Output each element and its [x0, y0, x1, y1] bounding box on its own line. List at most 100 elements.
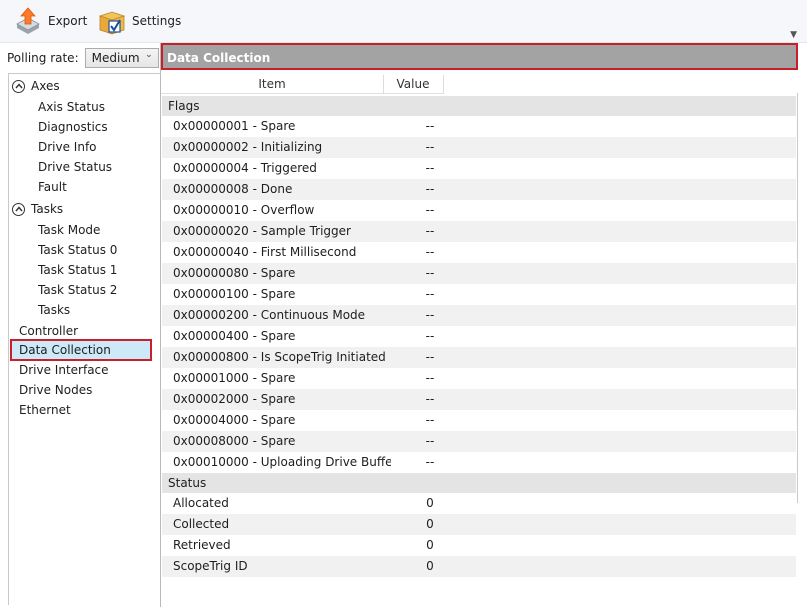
row-value: --	[425, 119, 435, 133]
table-row[interactable]: ScopeTrig ID 0	[162, 556, 796, 577]
row-item: 0x00000400 - Spare	[173, 329, 296, 343]
row-value: 0	[426, 538, 434, 552]
column-header-item[interactable]: Item	[161, 75, 384, 94]
row-item: 0x00000080 - Spare	[173, 266, 296, 280]
panel-title: Data Collection	[161, 43, 798, 70]
table-row[interactable]: Collected 0	[162, 514, 796, 535]
tree-item-ethernet[interactable]: Ethernet	[19, 401, 71, 419]
row-value: --	[425, 182, 435, 196]
tree-group-label: Tasks	[31, 202, 64, 216]
row-item: 0x00000004 - Triggered	[173, 161, 317, 175]
tree-group-tasks[interactable]: Tasks	[12, 200, 63, 218]
tree-item-controller[interactable]: Controller	[19, 322, 78, 340]
row-value: --	[425, 203, 435, 217]
table-row[interactable]: 0x00004000 - Spare --	[162, 410, 796, 431]
tree-item-task-mode[interactable]: Task Mode	[38, 221, 100, 239]
vertical-scrollbar[interactable]	[797, 93, 807, 503]
row-item: 0x00000200 - Continuous Mode	[173, 308, 366, 322]
collapse-icon[interactable]	[12, 202, 25, 216]
row-item: 0x00000100 - Spare	[173, 287, 296, 301]
row-value: --	[425, 434, 435, 448]
row-value: --	[425, 140, 435, 154]
row-item: 0x00000001 - Spare	[173, 119, 296, 133]
table-row[interactable]: 0x00008000 - Spare --	[162, 431, 796, 452]
row-item: ScopeTrig ID	[173, 559, 248, 573]
table-row[interactable]: 0x00000004 - Triggered --	[162, 158, 796, 179]
table-row[interactable]: 0x00000800 - Is ScopeTrig Initiated --	[162, 347, 796, 368]
tree-item-data-collection[interactable]: Data Collection	[10, 339, 152, 361]
row-item: 0x00002000 - Spare	[173, 392, 296, 406]
tree-item-task-status-0[interactable]: Task Status 0	[38, 241, 117, 259]
table-row[interactable]: 0x00000100 - Spare --	[162, 284, 796, 305]
settings-label: Settings	[132, 14, 182, 28]
tree-group-axes[interactable]: Axes	[12, 77, 60, 95]
tree-group-label: Axes	[31, 79, 60, 93]
row-value: --	[425, 371, 435, 385]
table-row[interactable]: 0x00000080 - Spare --	[162, 263, 796, 284]
settings-button[interactable]: Settings	[96, 6, 181, 36]
row-item: 0x00000020 - Sample Trigger	[173, 224, 351, 238]
tree-item-tasks[interactable]: Tasks	[38, 301, 70, 319]
group-header-status[interactable]: Status	[162, 473, 796, 493]
row-value: --	[425, 308, 435, 322]
table-row[interactable]: 0x00002000 - Spare --	[162, 389, 796, 410]
table-row[interactable]: 0x00000020 - Sample Trigger --	[162, 221, 796, 242]
export-icon	[16, 7, 40, 34]
group-header-flags[interactable]: Flags	[162, 96, 796, 116]
table-row[interactable]: Retrieved 0	[162, 535, 796, 556]
row-item: 0x00008000 - Spare	[173, 434, 296, 448]
row-value: --	[425, 329, 435, 343]
table-row[interactable]: 0x00000400 - Spare --	[162, 326, 796, 347]
table-row[interactable]: 0x00001000 - Spare --	[162, 368, 796, 389]
row-value: --	[425, 455, 435, 469]
row-item: Retrieved	[173, 538, 231, 552]
row-value: --	[425, 350, 435, 364]
table-row[interactable]: 0x00000001 - Spare --	[162, 116, 796, 137]
table-row[interactable]: Allocated 0	[162, 493, 796, 514]
row-value: 0	[426, 496, 434, 510]
table-row[interactable]: 0x00000008 - Done --	[162, 179, 796, 200]
navigation-panel: Polling rate: Medium ⌄ Axes Axis Status …	[0, 43, 161, 607]
table-row[interactable]: 0x00000002 - Initializing --	[162, 137, 796, 158]
tree-item-task-status-1[interactable]: Task Status 1	[38, 261, 117, 279]
tree-item-task-status-2[interactable]: Task Status 2	[38, 281, 117, 299]
detail-panel: Data Collection Item Value Flags 0x000000…	[161, 43, 807, 607]
row-value: --	[425, 224, 435, 238]
row-item: 0x00000800 - Is ScopeTrig Initiated	[173, 350, 386, 364]
row-value: 0	[426, 517, 434, 531]
row-value: --	[425, 287, 435, 301]
toolbar-overflow-icon[interactable]: ▼	[790, 30, 797, 40]
tree-item-drive-nodes[interactable]: Drive Nodes	[19, 381, 92, 399]
table-row[interactable]: 0x00010000 - Uploading Drive Buffers --	[162, 452, 796, 473]
tree-item-diagnostics[interactable]: Diagnostics	[38, 118, 108, 136]
polling-rate-value: Medium	[91, 51, 140, 65]
row-item: 0x00000008 - Done	[173, 182, 293, 196]
column-header-value[interactable]: Value	[383, 75, 444, 94]
polling-rate-select[interactable]: Medium ⌄	[84, 48, 159, 68]
export-button[interactable]: Export	[14, 6, 87, 36]
collapse-icon[interactable]	[12, 79, 25, 93]
row-value: --	[425, 413, 435, 427]
export-label: Export	[48, 14, 88, 28]
row-value: --	[425, 392, 435, 406]
tree-item-fault[interactable]: Fault	[38, 178, 67, 196]
polling-rate-label: Polling rate:	[7, 51, 79, 65]
property-grid: Flags 0x00000001 - Spare -- 0x00000002 - In…	[162, 96, 796, 577]
table-row[interactable]: 0x00000010 - Overflow --	[162, 200, 796, 221]
tree-item-axis-status[interactable]: Axis Status	[38, 98, 105, 116]
toolbar: Export Settings ▼	[0, 0, 807, 43]
table-row[interactable]: 0x00000200 - Continuous Mode --	[162, 305, 796, 326]
row-item: 0x00004000 - Spare	[173, 413, 296, 427]
row-item: 0x00010000 - Uploading Drive Buffers	[173, 455, 391, 469]
row-item: 0x00000002 - Initializing	[173, 140, 323, 154]
polling-rate-control: Polling rate: Medium ⌄	[7, 48, 159, 68]
chevron-down-icon: ⌄	[145, 50, 153, 60]
tree-item-drive-interface[interactable]: Drive Interface	[19, 361, 109, 379]
row-item: Allocated	[173, 496, 229, 510]
row-value: 0	[426, 559, 434, 573]
table-row[interactable]: 0x00000040 - First Millisecond --	[162, 242, 796, 263]
navigation-tree: Axes Axis Status Diagnostics Drive Info …	[8, 73, 161, 605]
settings-box-icon	[98, 11, 126, 35]
tree-item-drive-status[interactable]: Drive Status	[38, 158, 112, 176]
tree-item-drive-info[interactable]: Drive Info	[38, 138, 97, 156]
